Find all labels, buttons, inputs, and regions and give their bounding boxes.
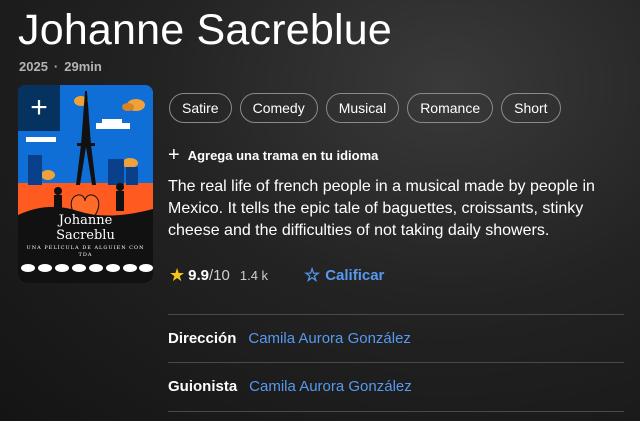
poster-title-line2: Sacreblu	[56, 228, 115, 243]
credit-label-director: Dirección	[168, 330, 237, 347]
rate-label: Calificar	[325, 267, 385, 284]
add-plot-button[interactable]: + Agrega una trama en tu idioma	[168, 144, 379, 166]
plot-summary: The real life of french people in a musi…	[168, 178, 595, 239]
poster-subtitle-line1: UNA PELÍCULA DE ALGUIEN CON	[26, 245, 145, 251]
rate-button[interactable]: ☆ Calificar	[304, 265, 384, 286]
rating-row: ★ 9.9 /10 1.4 k ☆ Calificar	[169, 265, 384, 286]
add-to-watchlist-button[interactable]: +	[18, 85, 60, 131]
rating-out-of: /10	[209, 267, 230, 284]
meta-separator: ·	[53, 59, 59, 74]
add-plot-label: Agrega una trama en tu idioma	[187, 147, 379, 163]
poster-subtitle: UNA PELÍCULA DE ALGUIEN CON TDA	[22, 245, 149, 259]
genre-chip-short[interactable]: Short	[501, 93, 561, 123]
star-icon: ★	[169, 265, 186, 285]
genre-chip-musical[interactable]: Musical	[325, 93, 400, 123]
genre-chip-comedy[interactable]: Comedy	[239, 93, 318, 123]
star-outline-icon: ☆	[304, 265, 321, 285]
rating-score: 9.9	[188, 267, 209, 284]
genre-chips: Satire Comedy Musical Romance Short	[169, 93, 561, 123]
genre-chip-satire[interactable]: Satire	[169, 93, 232, 123]
credit-link-writer[interactable]: Camila Aurora González	[249, 378, 412, 395]
credit-director-row: Dirección Camila Aurora González	[168, 330, 411, 347]
credit-label-writer: Guionista	[168, 378, 238, 395]
divider	[168, 411, 624, 412]
rating-votes: 1.4 k	[239, 268, 269, 283]
genre-chip-romance[interactable]: Romance	[407, 93, 494, 123]
movie-title: Johanne Sacreblue	[18, 6, 392, 54]
poster-title-line1: Johanne	[58, 213, 113, 228]
plus-icon: +	[168, 144, 180, 166]
release-year[interactable]: 2025	[19, 59, 48, 74]
runtime: 29min	[64, 59, 102, 74]
movie-poster[interactable]: Johanne Sacreblu UNA PELÍCULA DE ALGUIEN…	[18, 85, 153, 283]
plus-icon: +	[30, 91, 48, 124]
credit-writer-row: Guionista Camila Aurora González	[168, 378, 412, 395]
poster-title: Johanne Sacreblu	[18, 213, 153, 243]
divider	[168, 314, 624, 315]
movie-meta: 2025 · 29min	[19, 59, 102, 74]
credit-link-director[interactable]: Camila Aurora González	[248, 330, 411, 347]
divider	[168, 362, 624, 363]
poster-subtitle-line2: TDA	[78, 252, 93, 258]
